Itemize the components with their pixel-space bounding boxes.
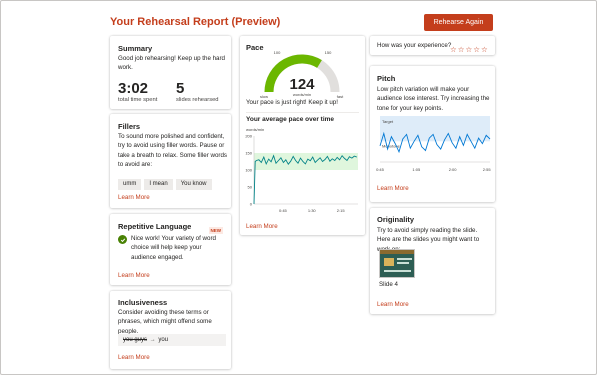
gauge-unit: words/min xyxy=(293,92,311,97)
target-band-label: Target xyxy=(382,119,394,124)
pace-message: Your pace is just right! Keep it up! xyxy=(246,99,338,106)
pitch-chart: Target Monotone 0:45 1:05 2:00 2:55 xyxy=(376,116,492,172)
new-badge: NEW xyxy=(208,227,223,234)
star-icon[interactable]: ☆ xyxy=(465,45,472,54)
rehearse-again-button[interactable]: Rehearse Again xyxy=(424,14,493,31)
fillers-title: Fillers xyxy=(118,122,141,131)
y-tick-label: 100 xyxy=(245,168,252,173)
x-tick-label: 1:05 xyxy=(412,167,421,172)
target-pitch-band xyxy=(380,116,490,142)
fillers-learn-more-link[interactable]: Learn More xyxy=(118,194,150,201)
y-tick-label: 200 xyxy=(245,134,252,139)
pitch-title: Pitch xyxy=(377,74,396,83)
summary-message: Good job rehearsing! Keep up the hard wo… xyxy=(118,55,225,72)
summary-title: Summary xyxy=(118,44,153,53)
repetitive-language-message: Nice work! Your variety of word choice w… xyxy=(131,235,216,261)
x-tick-label: 2:15 xyxy=(337,208,346,213)
pace-learn-more-link[interactable]: Learn More xyxy=(246,223,278,230)
pace-gauge: 100 150 124 words/min slow fast xyxy=(260,50,344,99)
repetitive-language-title: Repetitive Language xyxy=(118,222,192,231)
time-spent-label: total time spent xyxy=(118,97,158,103)
divider xyxy=(246,112,359,113)
star-icon[interactable]: ☆ xyxy=(481,45,488,54)
star-icon[interactable]: ☆ xyxy=(450,45,457,54)
inclusiveness-card: Inclusiveness Consider avoiding these te… xyxy=(110,291,231,369)
pace-chart-title: Your average pace over time xyxy=(246,116,335,123)
x-tick-label: 2:55 xyxy=(483,167,492,172)
y-tick-label: 150 xyxy=(245,151,252,156)
gauge-value: 124 xyxy=(289,76,315,93)
pace-over-time-chart: words/min 0 50 100 150 200 0:45 1:30 2:15 xyxy=(245,127,358,213)
originality-card: Originality Try to avoid simply reading … xyxy=(370,208,495,314)
pitch-card: Pitch Low pitch variation will make your… xyxy=(370,66,495,202)
slides-rehearsed-value: 5 xyxy=(176,80,185,97)
term-replacement: you xyxy=(158,337,169,343)
originality-title: Originality xyxy=(377,215,415,224)
star-icon[interactable]: ☆ xyxy=(473,45,480,54)
arrow-icon: → xyxy=(149,337,156,343)
pitch-learn-more-link[interactable]: Learn More xyxy=(377,185,409,192)
checkmark-icon xyxy=(118,235,127,244)
inclusiveness-learn-more-link[interactable]: Learn More xyxy=(118,354,150,361)
monotone-band-label: Monotone xyxy=(382,143,401,148)
experience-card: How was your experience? ☆☆☆☆☆ xyxy=(370,36,495,55)
filler-chip: umm xyxy=(118,178,142,190)
repetitive-learn-more-link[interactable]: Learn More xyxy=(118,272,150,279)
inclusiveness-title: Inclusiveness xyxy=(118,298,168,307)
repetitive-language-card: Repetitive Language NEW Nice work! Your … xyxy=(110,214,231,285)
gauge-min-tick: 100 xyxy=(274,50,281,55)
filler-chips: umm I mean You know xyxy=(118,172,215,190)
pace-card: Pace 100 150 124 words/min slow fast You… xyxy=(240,36,365,235)
y-axis-label: words/min xyxy=(246,127,264,132)
page-title: Your Rehearsal Report (Preview) xyxy=(110,16,281,28)
originality-learn-more-link[interactable]: Learn More xyxy=(377,301,409,308)
experience-question: How was your experience? xyxy=(377,42,452,49)
fillers-card: Fillers To sound more polished and confi… xyxy=(110,114,231,208)
filler-chip: You know xyxy=(175,178,212,190)
x-tick-label: 0:45 xyxy=(279,208,288,213)
summary-card: Summary Good job rehearsing! Keep up the… xyxy=(110,36,231,109)
gauge-max-tick: 150 xyxy=(325,50,332,55)
y-tick-label: 50 xyxy=(248,185,253,190)
star-icon[interactable]: ☆ xyxy=(458,45,465,54)
slides-rehearsed-label: slides rehearsed xyxy=(176,97,219,103)
term-original: you guys xyxy=(123,337,148,343)
filler-chip: I mean xyxy=(144,178,173,190)
slide-label: Slide 4 xyxy=(379,281,398,288)
pitch-message: Low pitch variation will make your audie… xyxy=(377,86,490,112)
y-tick-label: 0 xyxy=(250,202,253,207)
x-tick-label: 0:45 xyxy=(376,167,385,172)
x-tick-label: 2:00 xyxy=(449,167,458,172)
slide-thumbnail[interactable] xyxy=(379,249,415,278)
term-suggestion: you guys → you xyxy=(118,334,226,346)
time-spent-value: 3:02 xyxy=(118,80,149,97)
star-rating: ☆☆☆☆☆ xyxy=(449,39,488,57)
fillers-message: To sound more polished and confident, tr… xyxy=(118,133,228,168)
inclusiveness-message: Consider avoiding these terms or phrases… xyxy=(118,309,212,335)
x-tick-label: 1:30 xyxy=(308,208,317,213)
